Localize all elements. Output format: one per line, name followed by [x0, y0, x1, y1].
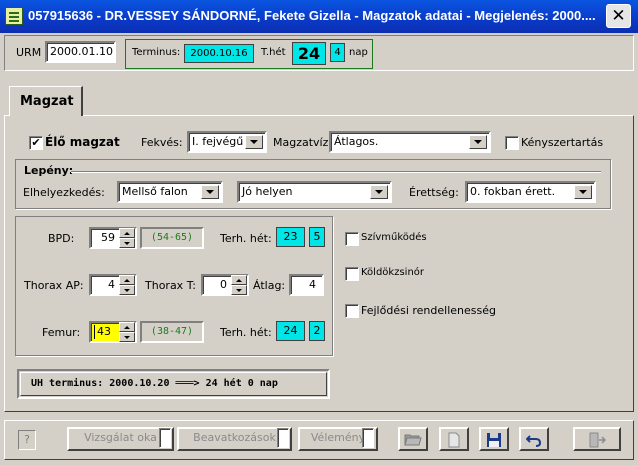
new-document-icon: [448, 432, 460, 448]
beavatkozasok-button[interactable]: Beavatkozások: [177, 427, 292, 451]
elo-magzat-label: Élő magzat: [45, 135, 120, 149]
thorax-ap-label: Thorax AP:: [24, 279, 84, 292]
tab-magzat[interactable]: Magzat: [9, 86, 83, 116]
femur-terh-het-label: Terh. hét:: [220, 326, 272, 339]
chevron-down-icon[interactable]: [574, 185, 592, 199]
szivmukodes-checkbox[interactable]: [345, 232, 359, 246]
vizsgalat-oka-button[interactable]: Vizsgálat oka: [67, 427, 174, 451]
atlag-label: Átlag:: [253, 279, 286, 292]
bpd-days: 5: [309, 227, 325, 247]
magzatviz-label: Magzatvíz:: [273, 136, 333, 149]
koldokzsinor-label: Köldökzsinór: [361, 267, 425, 278]
tab-magzat-label: Magzat: [20, 94, 74, 109]
elo-magzat-checkbox[interactable]: ✔: [29, 136, 43, 150]
koldokzsinor-checkbox[interactable]: [345, 267, 359, 281]
erettseg-select[interactable]: 0. fokban érett.: [465, 181, 596, 203]
fekves-select[interactable]: I. fejvégű: [187, 131, 267, 153]
text-cursor: [94, 325, 95, 339]
thet-days: 4: [330, 43, 345, 62]
app-icon: [5, 7, 23, 25]
fejlodesi-label: Fejlődési rendellenesség: [361, 304, 496, 317]
chevron-down-icon[interactable]: [469, 135, 487, 149]
magzatviz-select[interactable]: Átlagos.: [329, 131, 491, 153]
szivmukodes-label: Szívműködés: [361, 232, 427, 243]
magzatviz-value: Átlagos.: [334, 135, 379, 148]
thorax-t-label: Thorax T:: [145, 279, 196, 292]
thorax-ap-spinner[interactable]: [119, 275, 135, 295]
femur-label: Femur:: [42, 326, 81, 339]
lepeny-divider: [71, 171, 601, 173]
window-title: 057915636 - DR.VESSEY SÁNDORNÉ, Fekete G…: [28, 8, 596, 23]
elhelyezkedes-label: Elhelyezkedés:: [23, 186, 105, 199]
chevron-down-icon[interactable]: [201, 185, 219, 199]
exit-door-icon: [589, 432, 607, 448]
thet-label: T.hét: [261, 47, 286, 58]
thorax-t-spinner[interactable]: [231, 275, 247, 295]
kenyszer-checkbox[interactable]: [505, 136, 519, 150]
fekves-value: I. fejvégű: [192, 135, 244, 148]
bpd-weeks: 23: [276, 227, 305, 247]
thet-weeks: 24: [292, 42, 326, 65]
undo-icon: [525, 435, 542, 447]
erettseg-label: Érettség:: [409, 186, 459, 199]
lepeny-title: Lepény:: [24, 164, 74, 177]
bpd-label: BPD:: [48, 232, 75, 245]
fejlodesi-checkbox[interactable]: [345, 304, 359, 318]
bpd-terh-het-label: Terh. hét:: [220, 232, 272, 245]
femur-days: 2: [309, 321, 325, 341]
vizsgalat-indicator: [159, 428, 171, 448]
undo-button[interactable]: [519, 427, 549, 451]
femur-range: (38-47): [140, 321, 204, 343]
nap-label: nap: [349, 47, 368, 58]
exit-button[interactable]: [573, 427, 621, 451]
femur-spinner[interactable]: [119, 322, 135, 342]
terminus-value: 2000.10.16: [184, 44, 254, 63]
elhelyezkedes-select[interactable]: Mellső falon: [117, 181, 223, 203]
elhelyezkedes-value: Mellső falon: [122, 185, 188, 198]
chevron-down-icon[interactable]: [370, 185, 388, 199]
uh-terminus: UH terminus: 2000.10.20 ═══> 24 hét 0 na…: [20, 372, 327, 396]
helyzet-select[interactable]: Jó helyen: [237, 181, 392, 203]
save-button[interactable]: [479, 427, 509, 451]
beavatkozasok-indicator: [277, 428, 289, 448]
chevron-down-icon[interactable]: [245, 135, 263, 149]
bpd-spinner[interactable]: [119, 228, 135, 248]
terminus-label: Terminus:: [132, 47, 181, 58]
velemeny-indicator: [362, 428, 374, 448]
erettseg-value: 0. fokban érett.: [470, 185, 556, 198]
helyzet-value: Jó helyen: [242, 185, 293, 198]
fekves-label: Fekvés:: [141, 136, 183, 149]
kenyszer-label: Kényszertartás: [521, 136, 604, 149]
floppy-disk-icon: [487, 433, 501, 447]
bpd-range: (54-65): [140, 227, 204, 249]
close-button[interactable]: ✕: [606, 4, 631, 28]
atlag-input: 4: [289, 274, 324, 296]
help-button[interactable]: ?: [18, 430, 36, 450]
open-folder-button[interactable]: [398, 427, 428, 451]
femur-weeks: 24: [276, 321, 305, 341]
new-document-button[interactable]: [439, 427, 469, 451]
folder-icon: [404, 434, 422, 446]
urm-label: URM: [16, 46, 42, 59]
urm-input[interactable]: 2000.01.10: [45, 41, 116, 63]
